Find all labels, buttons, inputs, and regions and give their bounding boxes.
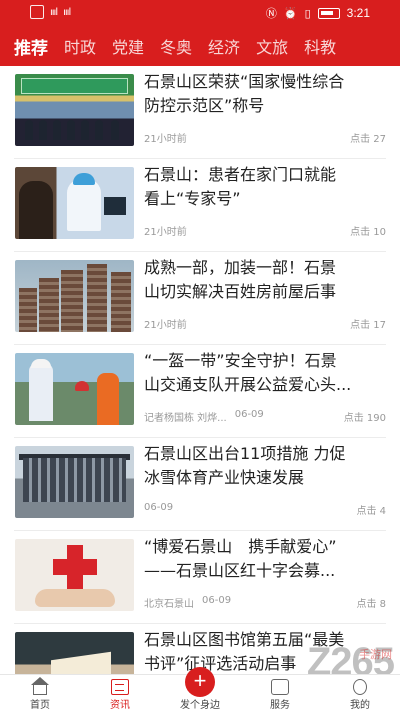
news-title: “一盔一带”安全守护！石景 山交通支队开展公益爱心头... — [144, 351, 352, 394]
bottom-nav: 首页 资讯 + 发个身边 服务 我的 — [0, 667, 400, 711]
news-time: 06-09 — [202, 595, 232, 606]
news-meta: 21小时前 点击 17 — [144, 316, 386, 331]
nav-label: 首页 — [30, 700, 50, 711]
profile-icon — [353, 679, 367, 695]
news-item[interactable]: 石景山：患者在家门口就能 看上“专家号” 21小时前 点击 10 — [14, 159, 386, 252]
news-item[interactable]: “一盔一带”安全守护！石景 山交通支队开展公益爱心头... 记者杨国栋 刘烨..… — [14, 345, 386, 438]
signal-icon: ıııl — [50, 6, 58, 18]
service-icon — [271, 679, 289, 695]
nav-service[interactable]: 服务 — [240, 675, 320, 711]
vibrate-icon: ▯ — [304, 6, 311, 20]
plus-icon[interactable]: + — [185, 667, 215, 697]
click-count: 点击 190 — [343, 413, 386, 424]
nav-post-nearby[interactable]: + 发个身边 — [160, 667, 240, 711]
news-thumbnail — [15, 632, 134, 674]
news-item[interactable]: “博爱石景山 携手献爱心” ——石景山区红十字会募... 北京石景山 06-09… — [14, 531, 386, 624]
click-count: 点击 27 — [350, 134, 386, 145]
tab-recommended[interactable]: 推荐 — [0, 34, 56, 59]
home-icon — [33, 685, 47, 695]
news-meta: 21小时前 点击 10 — [144, 223, 386, 238]
news-thumbnail — [15, 446, 134, 518]
news-list: 石景山区荣获“国家慢性综合 防控示范区”称号 21小时前 点击 27 石景山：患… — [0, 66, 400, 674]
news-item[interactable]: 成熟一部，加装一部！石景 山切实解决百姓房前屋后事 21小时前 点击 17 — [14, 252, 386, 345]
news-time: 21小时前 — [144, 320, 187, 331]
news-meta: 记者杨国栋 刘烨... 06-09 点击 190 — [144, 409, 386, 424]
news-item[interactable]: 石景山区荣获“国家慢性综合 防控示范区”称号 21小时前 点击 27 — [14, 66, 386, 159]
nav-label: 发个身边 — [180, 700, 220, 711]
news-title: 石景山区荣获“国家慢性综合 防控示范区”称号 — [144, 72, 345, 115]
news-time: 06-09 — [234, 409, 264, 420]
tab-economy[interactable]: 经济 — [200, 34, 248, 58]
tab-winter-olympics[interactable]: 冬奥 — [152, 34, 200, 58]
news-source: 北京石景山 — [144, 599, 194, 610]
click-count: 点击 8 — [356, 599, 386, 610]
category-tabs: 推荐 时政 党建 冬奥 经济 文旅 科教 — [0, 26, 400, 66]
news-title: 成熟一部，加装一部！石景 山切实解决百姓房前屋后事 — [144, 258, 337, 301]
nav-profile[interactable]: 我的 — [320, 675, 400, 711]
tab-science-education[interactable]: 科教 — [296, 34, 344, 58]
news-meta: 北京石景山 06-09 点击 8 — [144, 595, 386, 610]
news-meta: 06-09 点击 4 — [144, 502, 386, 517]
news-thumbnail — [15, 74, 134, 146]
news-thumbnail — [15, 353, 134, 425]
news-title: 石景山区出台11项措施 力促 冰雪体育产业快速发展 — [144, 444, 346, 487]
tab-politics[interactable]: 时政 — [56, 34, 104, 58]
news-source: 记者杨国栋 刘烨... — [144, 413, 227, 424]
news-title: “博爱石景山 携手献爱心” ——石景山区红十字会募... — [144, 537, 337, 580]
nav-label: 我的 — [350, 700, 370, 711]
nav-news[interactable]: 资讯 — [80, 675, 160, 711]
nav-label: 资讯 — [110, 700, 130, 711]
news-time: 06-09 — [144, 502, 174, 513]
news-time: 21小时前 — [144, 134, 187, 145]
alarm-icon: ⏰ — [283, 6, 298, 20]
home-icon-roof — [31, 677, 49, 685]
news-thumbnail — [15, 260, 134, 332]
tab-culture-travel[interactable]: 文旅 — [248, 34, 296, 58]
nav-label: 服务 — [270, 700, 290, 711]
news-meta: 21小时前 点击 27 — [144, 130, 386, 145]
click-count: 点击 17 — [350, 320, 386, 331]
news-icon — [111, 679, 129, 695]
notification-icon — [30, 5, 44, 19]
news-time: 21小时前 — [144, 227, 187, 238]
clock: 3:21 — [346, 6, 370, 20]
click-count: 点击 4 — [356, 506, 386, 517]
nav-home[interactable]: 首页 — [0, 675, 80, 711]
news-thumbnail — [15, 167, 134, 239]
nfc-icon: Ⓝ — [265, 7, 277, 20]
news-title: 石景山：患者在家门口就能 看上“专家号” — [144, 165, 337, 208]
status-bar: ıııl ıııl Ⓝ ⏰ ▯ 3:21 — [0, 0, 400, 26]
news-thumbnail — [15, 539, 134, 611]
news-item[interactable]: 石景山区出台11项措施 力促 冰雪体育产业快速发展 06-09 点击 4 — [14, 438, 386, 531]
click-count: 点击 10 — [350, 227, 386, 238]
tab-party[interactable]: 党建 — [104, 34, 152, 58]
signal-icon-2: ıııl — [63, 6, 71, 18]
battery-icon — [317, 7, 340, 19]
